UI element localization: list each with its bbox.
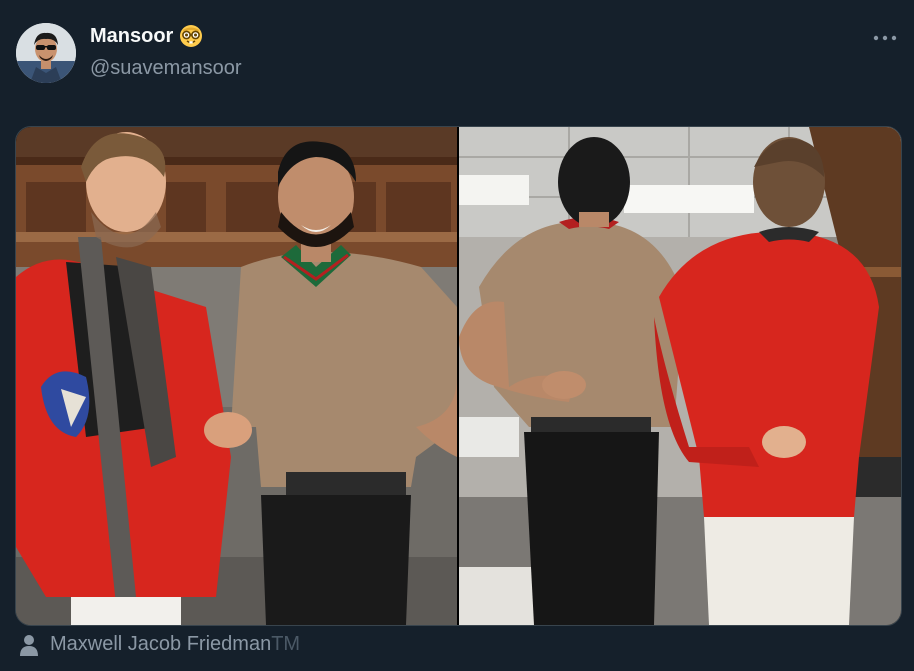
more-horizontal-icon	[873, 35, 897, 41]
nerd-face-emoji-icon	[179, 24, 203, 48]
avatar-image	[16, 23, 76, 83]
media-grid	[15, 126, 902, 626]
display-name-text: Mansoor	[90, 24, 174, 47]
more-options-button[interactable]	[872, 26, 898, 50]
tagged-user-name: Maxwell Jacob Friedman	[50, 633, 272, 655]
author-handle[interactable]: @suavemansoor	[90, 57, 241, 80]
author-display-name[interactable]: Mansoor	[90, 24, 203, 48]
tagged-user-tm: TM	[271, 633, 301, 655]
photo-backs-crossed-fingers[interactable]	[459, 127, 901, 625]
tagged-user[interactable]: Maxwell Jacob FriedmanTM	[18, 633, 300, 656]
photo-handshake-locker-room[interactable]	[16, 127, 457, 625]
avatar[interactable]	[16, 23, 76, 83]
person-icon	[20, 634, 38, 656]
